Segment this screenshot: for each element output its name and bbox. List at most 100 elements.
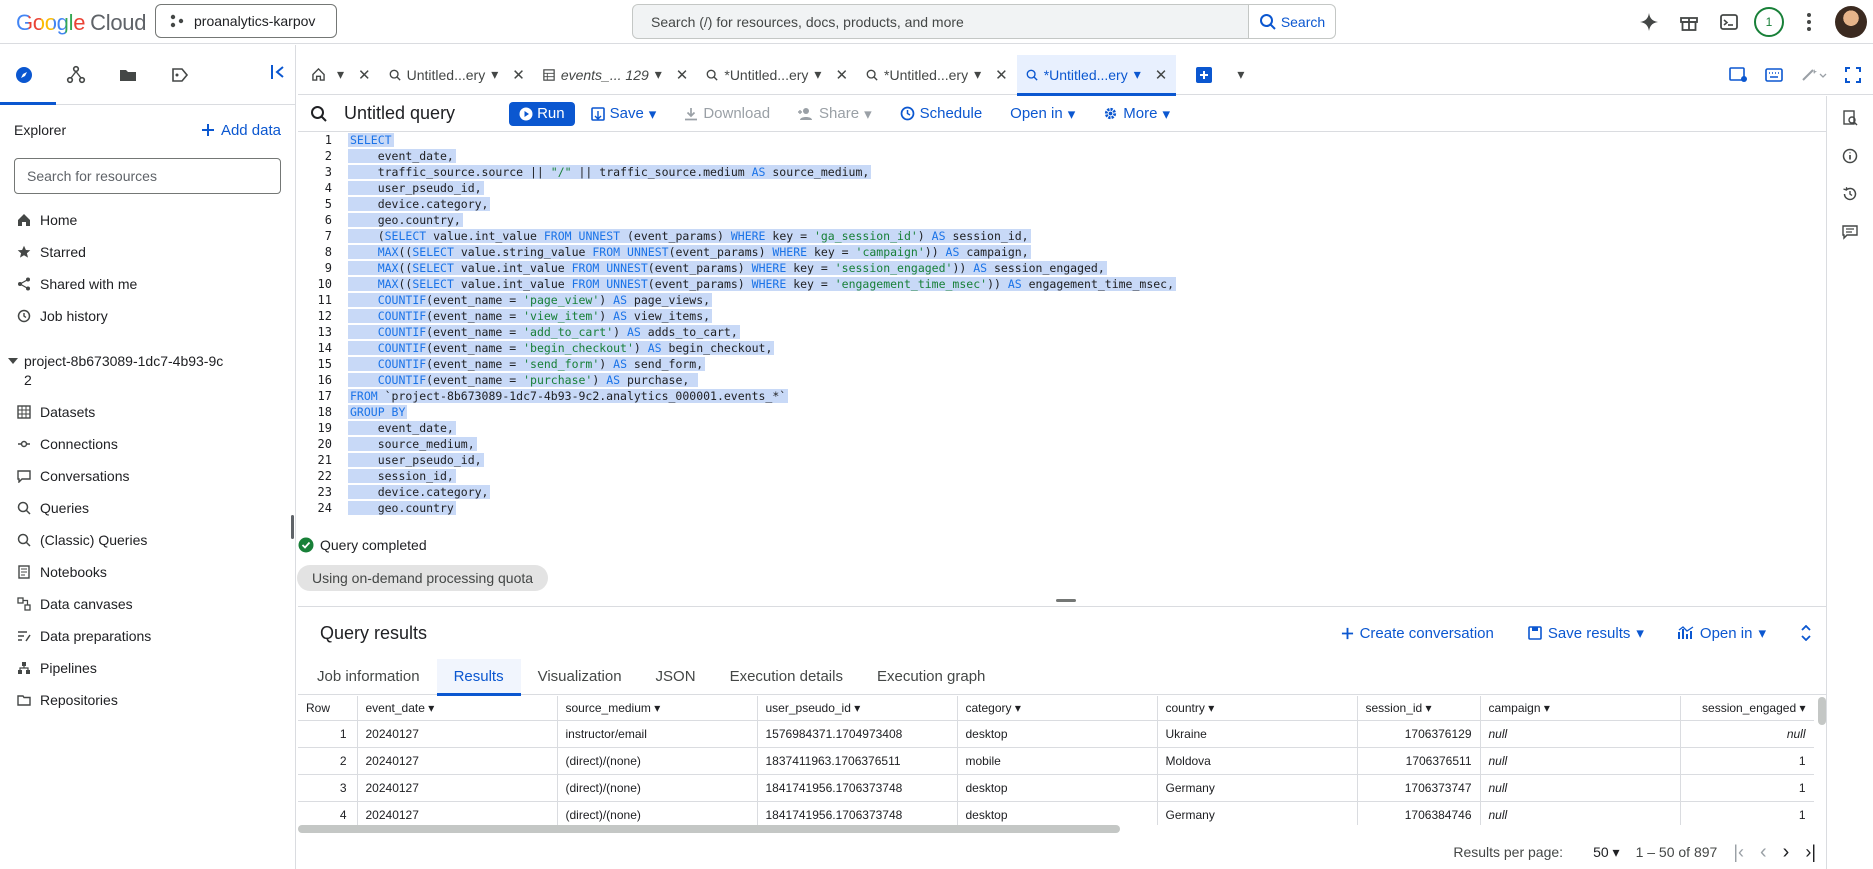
- create-conversation-button[interactable]: Create conversation: [1341, 625, 1494, 642]
- last-page-icon[interactable]: ›|: [1805, 842, 1816, 863]
- next-page-icon[interactable]: ›: [1783, 841, 1790, 864]
- resource-search-input[interactable]: Search for resources: [14, 158, 281, 194]
- tab-visualization[interactable]: Visualization: [521, 659, 639, 695]
- tree-data-canvases[interactable]: Data canvases: [0, 588, 295, 620]
- horizontal-scrollbar[interactable]: [298, 825, 1120, 833]
- classic-query-icon: [16, 533, 32, 547]
- save-button[interactable]: Save ▾: [590, 105, 656, 123]
- more-button[interactable]: More ▾: [1103, 105, 1170, 123]
- tree-conversations[interactable]: Conversations: [0, 460, 295, 492]
- tab-execution-details[interactable]: Execution details: [713, 659, 860, 695]
- open-in-button[interactable]: Open in ▾: [1010, 105, 1075, 123]
- table-row[interactable]: 2 20240127 (direct)/(none) 1837411963.17…: [298, 747, 1814, 775]
- tag-icon[interactable]: [170, 65, 190, 85]
- collapse-panel-icon[interactable]: [269, 63, 287, 81]
- project-picker[interactable]: proanalytics-karpov: [155, 4, 337, 38]
- gift-icon[interactable]: [1669, 2, 1709, 42]
- tree-notebooks[interactable]: Notebooks: [0, 556, 295, 588]
- gemini-icon[interactable]: [1629, 2, 1669, 42]
- tab-home[interactable]: ▾ ✕: [298, 55, 380, 95]
- table-row[interactable]: 4 20240127 (direct)/(none) 1841741956.17…: [298, 801, 1814, 825]
- history-icon[interactable]: [1842, 186, 1858, 202]
- panel-resize-handle[interactable]: [291, 515, 294, 539]
- close-icon[interactable]: ✕: [995, 66, 1008, 84]
- close-icon[interactable]: ✕: [835, 66, 848, 84]
- search-button[interactable]: Search: [1249, 4, 1336, 39]
- nav-home[interactable]: Home: [0, 204, 295, 236]
- code-text: user_pseudo_id,: [348, 453, 484, 467]
- tree-classic-queries[interactable]: (Classic) Queries: [0, 524, 295, 556]
- column-header[interactable]: country ▾: [1157, 696, 1358, 721]
- tab-events-table[interactable]: events_... 129 ▾ ✕: [534, 55, 698, 95]
- close-icon[interactable]: ✕: [512, 66, 525, 84]
- schedule-button[interactable]: Schedule: [900, 105, 982, 122]
- prev-page-icon[interactable]: ‹: [1760, 841, 1767, 864]
- tab-query-3[interactable]: *Untitled...ery ▾ ✕: [857, 55, 1017, 95]
- close-icon[interactable]: ✕: [358, 66, 371, 84]
- keyboard-icon[interactable]: [1765, 68, 1783, 82]
- share-button[interactable]: Share ▾: [798, 105, 872, 123]
- query-details-icon[interactable]: [1842, 110, 1858, 126]
- tree-connections[interactable]: Connections: [0, 428, 295, 460]
- run-button[interactable]: Run: [509, 101, 575, 126]
- close-icon[interactable]: ✕: [676, 66, 689, 84]
- cloud-shell-icon[interactable]: [1709, 2, 1749, 42]
- pipeline-icon[interactable]: [66, 65, 86, 85]
- project-tree-item[interactable]: project-8b673089-1dc7-4b93-9c2: [0, 346, 295, 396]
- tab-query-2[interactable]: *Untitled...ery ▾ ✕: [697, 55, 857, 95]
- column-header[interactable]: campaign ▾: [1480, 696, 1681, 721]
- line-number: 16: [317, 373, 332, 387]
- tab-json[interactable]: JSON: [639, 659, 713, 695]
- tab-execution-graph[interactable]: Execution graph: [860, 659, 1002, 695]
- tab-overflow-button[interactable]: ▾: [1221, 55, 1253, 95]
- comment-icon[interactable]: [1842, 224, 1858, 240]
- table-row[interactable]: 1 20240127 instructor/email 1576984371.1…: [298, 720, 1814, 748]
- column-header[interactable]: source_medium ▾: [557, 696, 758, 721]
- editor-results-splitter[interactable]: [1056, 599, 1076, 602]
- per-page-select[interactable]: 50 ▾: [1593, 844, 1620, 861]
- table-row[interactable]: 3 20240127 (direct)/(none) 1841741956.17…: [298, 774, 1814, 802]
- nav-starred[interactable]: Starred: [0, 236, 295, 268]
- column-header[interactable]: user_pseudo_id ▾: [757, 696, 958, 721]
- column-header[interactable]: session_engaged ▾: [1680, 696, 1814, 721]
- tab-query-1[interactable]: Untitled...ery ▾ ✕: [380, 55, 534, 95]
- column-header[interactable]: category ▾: [957, 696, 1158, 721]
- nav-job-history[interactable]: Job history: [0, 300, 295, 332]
- tree-data-preparations[interactable]: Data preparations: [0, 620, 295, 652]
- query-title[interactable]: Untitled query: [344, 103, 455, 124]
- compass-icon[interactable]: [14, 65, 34, 85]
- table-cell: (direct)/(none): [557, 801, 758, 825]
- sql-editor[interactable]: 1 SELECT 2 event_date, 3 traffic_source.s…: [298, 132, 1826, 532]
- add-data-button[interactable]: Add data: [201, 122, 281, 139]
- nav-shared[interactable]: Shared with me: [0, 268, 295, 300]
- notifications-badge[interactable]: 1: [1749, 2, 1789, 42]
- folder-icon[interactable]: [118, 65, 138, 85]
- tab-query-active[interactable]: *Untitled...ery ▾ ✕: [1016, 54, 1177, 96]
- chevron-down-icon: ▾: [1758, 625, 1766, 642]
- first-page-icon[interactable]: |‹: [1733, 842, 1744, 863]
- tree-repositories[interactable]: Repositories: [0, 684, 295, 716]
- global-search-input[interactable]: Search (/) for resources, docs, products…: [632, 4, 1249, 39]
- tab-results[interactable]: Results: [436, 658, 521, 696]
- more-vert-icon[interactable]: [1789, 2, 1829, 42]
- download-button[interactable]: Download: [684, 105, 770, 122]
- magic-wand-icon[interactable]: [1801, 68, 1827, 82]
- chevron-down-icon: ▾: [1067, 105, 1076, 123]
- tab-job-information[interactable]: Job information: [300, 659, 437, 695]
- tree-queries[interactable]: Queries: [0, 492, 295, 524]
- column-header[interactable]: event_date ▾: [357, 696, 558, 721]
- save-results-button[interactable]: Save results ▾: [1528, 624, 1644, 642]
- new-tab-button[interactable]: [1176, 55, 1221, 95]
- results-open-in-button[interactable]: Open in ▾: [1677, 624, 1766, 642]
- expand-results-icon[interactable]: [1800, 625, 1812, 641]
- fullscreen-icon[interactable]: [1845, 67, 1861, 83]
- tree-datasets[interactable]: Datasets: [0, 396, 295, 428]
- close-icon[interactable]: ✕: [1155, 66, 1168, 84]
- info-icon[interactable]: [1842, 148, 1858, 164]
- column-header[interactable]: session_id ▾: [1357, 696, 1481, 721]
- avatar[interactable]: [1835, 6, 1867, 38]
- open-in-new-window-icon[interactable]: [1729, 67, 1747, 83]
- tree-pipelines[interactable]: Pipelines: [0, 652, 295, 684]
- vertical-scrollbar[interactable]: [1818, 697, 1826, 725]
- google-cloud-logo[interactable]: Google Cloud: [16, 10, 146, 36]
